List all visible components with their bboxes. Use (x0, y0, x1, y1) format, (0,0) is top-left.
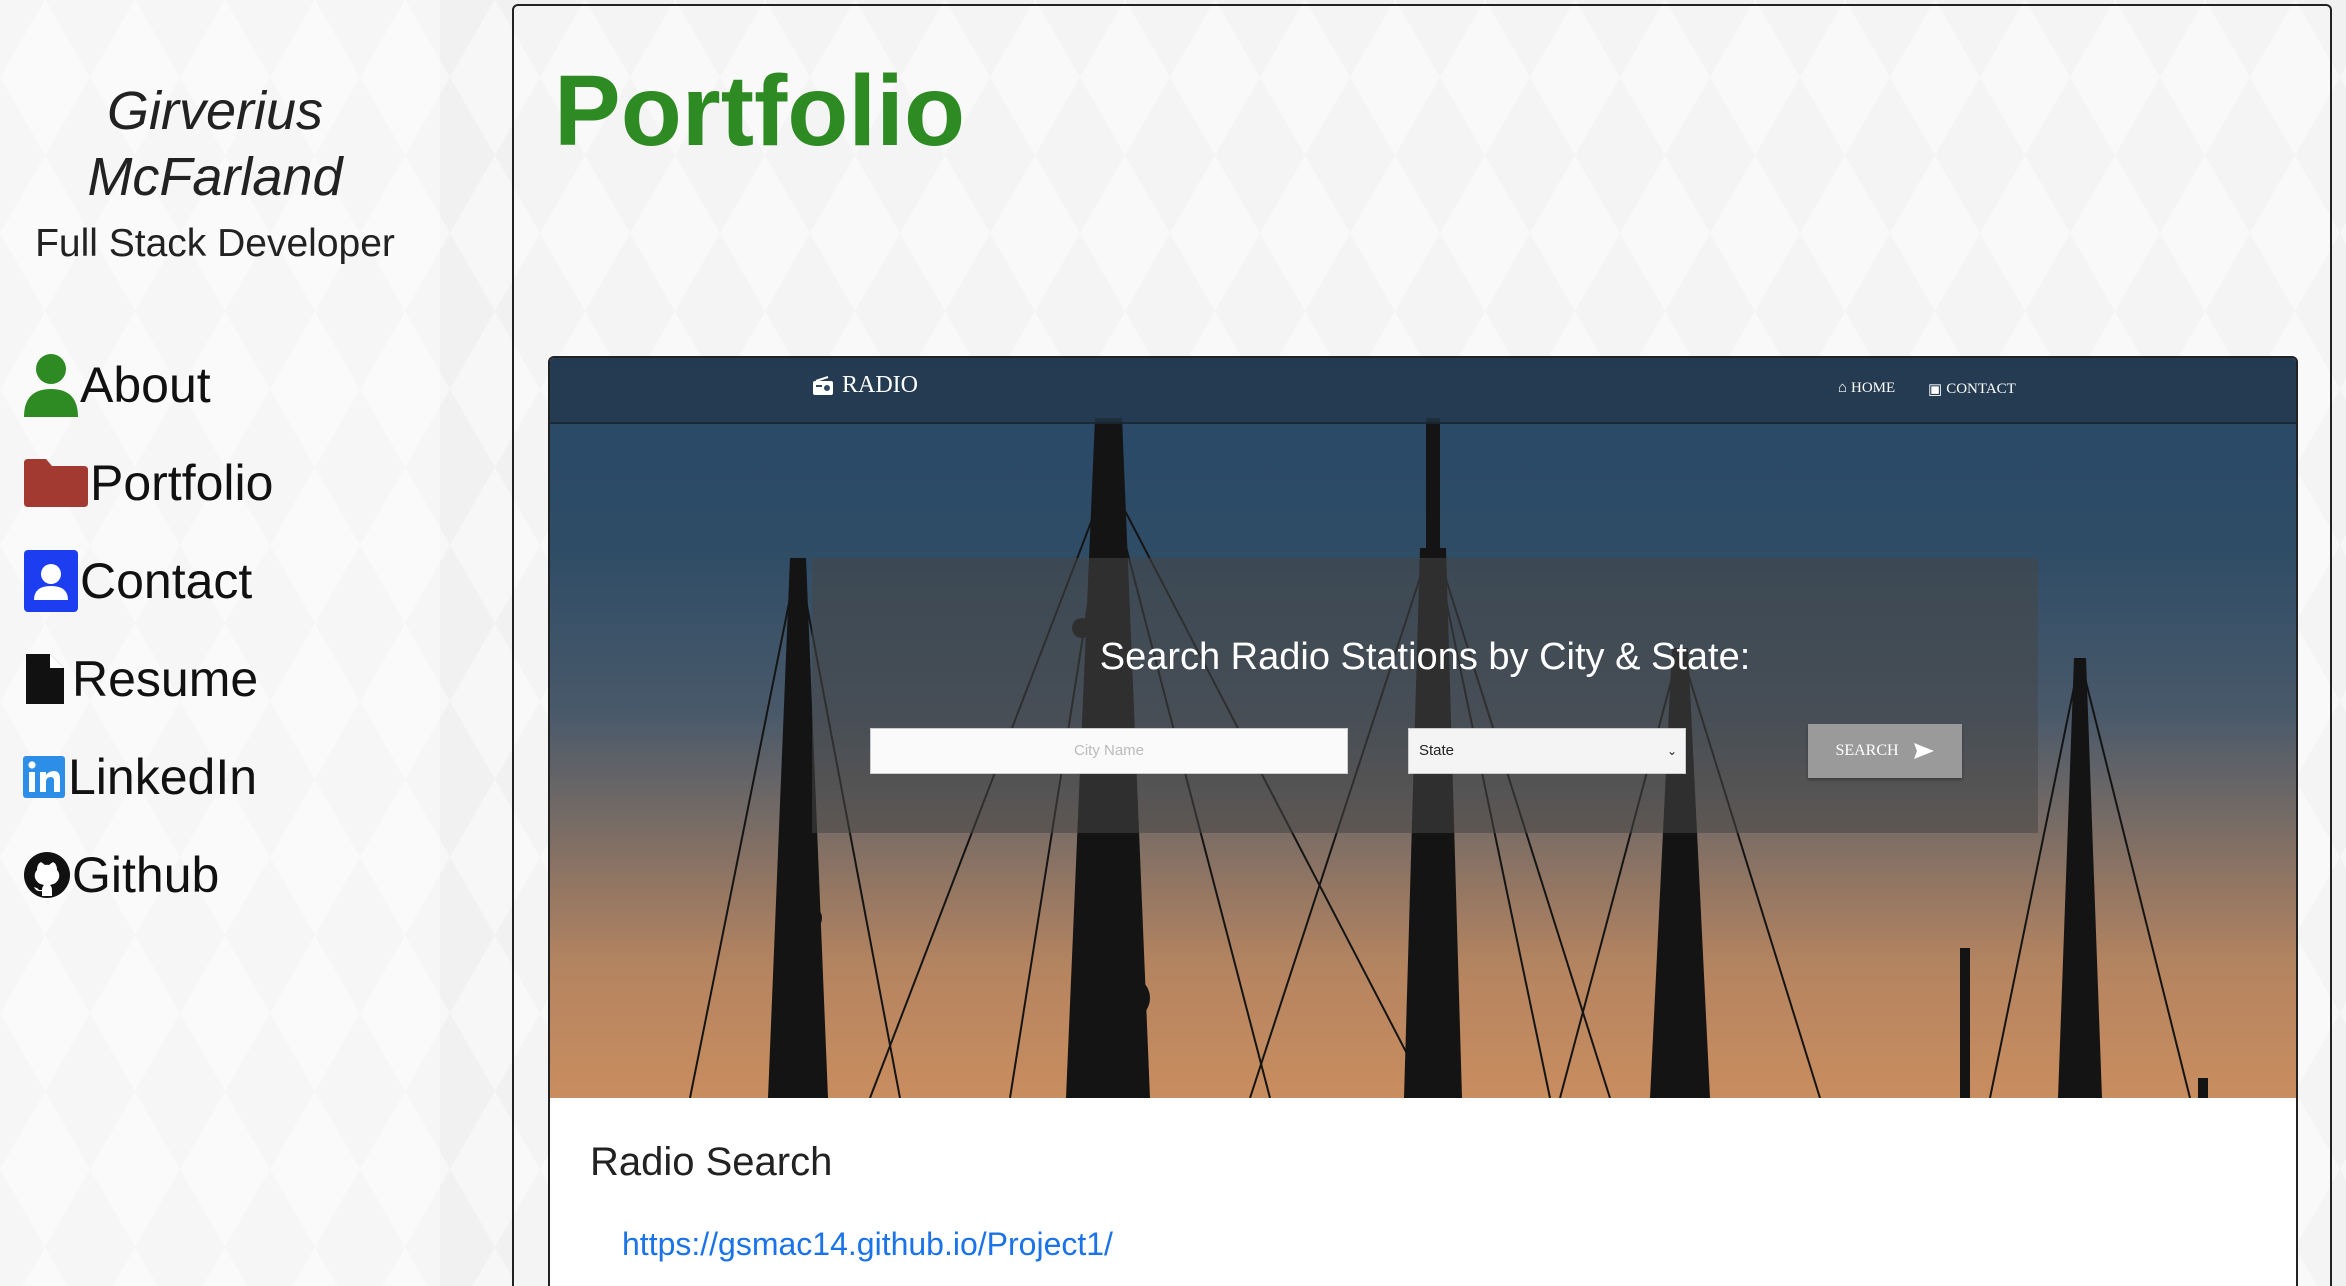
project-card: RADIO ⌂ HOME ▣ CONTACT Search Radio Stat… (548, 356, 2298, 1286)
nav-item-label: Contact (80, 553, 253, 609)
profile-name-first: Girverius (106, 81, 324, 141)
nav-item-resume[interactable]: Resume (22, 630, 273, 728)
project-title: Radio Search (590, 1140, 833, 1184)
main-panel: Portfolio RADIO ⌂ HOME ▣ CONTACT Search … (512, 4, 2332, 1286)
github-icon (24, 852, 70, 898)
nav-item-about[interactable]: About (22, 336, 273, 434)
person-icon (24, 354, 78, 417)
nav-item-portfolio[interactable]: Portfolio (22, 434, 273, 532)
screenshot-nav-contact: ▣ CONTACT (1928, 380, 2016, 399)
project-screenshot[interactable]: RADIO ⌂ HOME ▣ CONTACT Search Radio Stat… (550, 358, 2296, 1098)
screenshot-search-heading: Search Radio Stations by City & State: (1099, 636, 1751, 678)
screenshot-state-select: State ⌄ (1408, 728, 1686, 774)
screenshot-nav-contact-label: CONTACT (1946, 381, 2016, 397)
nav-item-label: Resume (72, 651, 259, 707)
send-icon (1913, 743, 1934, 759)
radio-icon (813, 375, 833, 395)
nav-item-github[interactable]: Github (22, 826, 273, 924)
home-icon: ⌂ (1838, 380, 1848, 396)
file-icon (26, 654, 64, 704)
profile-role: Full Stack Developer (35, 222, 395, 265)
sidebar-nav: About Portfolio Contact Resume LinkedIn … (22, 336, 273, 924)
nav-item-label: Portfolio (90, 455, 274, 511)
screenshot-nav-home-label: HOME (1851, 380, 1896, 396)
project-link[interactable]: https://gsmac14.github.io/Project1/ (622, 1226, 1113, 1263)
sidebar: Girverius McFarland Full Stack Developer… (0, 0, 440, 1286)
screenshot-city-input: City Name (870, 728, 1348, 774)
profile-name: Girverius McFarland (0, 78, 430, 210)
nav-item-linkedin[interactable]: LinkedIn (22, 728, 273, 826)
nav-item-label: LinkedIn (68, 749, 258, 805)
screenshot-search-label: SEARCH (1835, 742, 1899, 759)
message-icon: ▣ (1928, 382, 1943, 398)
profile-name-last: McFarland (87, 147, 343, 207)
chevron-down-icon: ⌄ (1666, 744, 1677, 758)
nav-item-contact[interactable]: Contact (22, 532, 273, 630)
screenshot-search-box: Search Radio Stations by City & State: C… (812, 558, 2038, 833)
screenshot-nav-home: ⌂ HOME (1838, 380, 1895, 397)
screenshot-brand-text: RADIO (842, 372, 918, 398)
screenshot-navbar: RADIO ⌂ HOME ▣ CONTACT (550, 358, 2296, 424)
nav-item-label: About (80, 357, 211, 413)
screenshot-brand: RADIO (812, 372, 918, 399)
linkedin-icon (23, 756, 65, 798)
screenshot-search-button: SEARCH (1808, 724, 1962, 778)
nav-item-label: Github (72, 847, 220, 903)
page-title: Portfolio (554, 55, 966, 167)
folder-icon (24, 459, 88, 507)
screenshot-state-value: State (1419, 742, 1455, 759)
contact-card-icon (24, 550, 78, 612)
